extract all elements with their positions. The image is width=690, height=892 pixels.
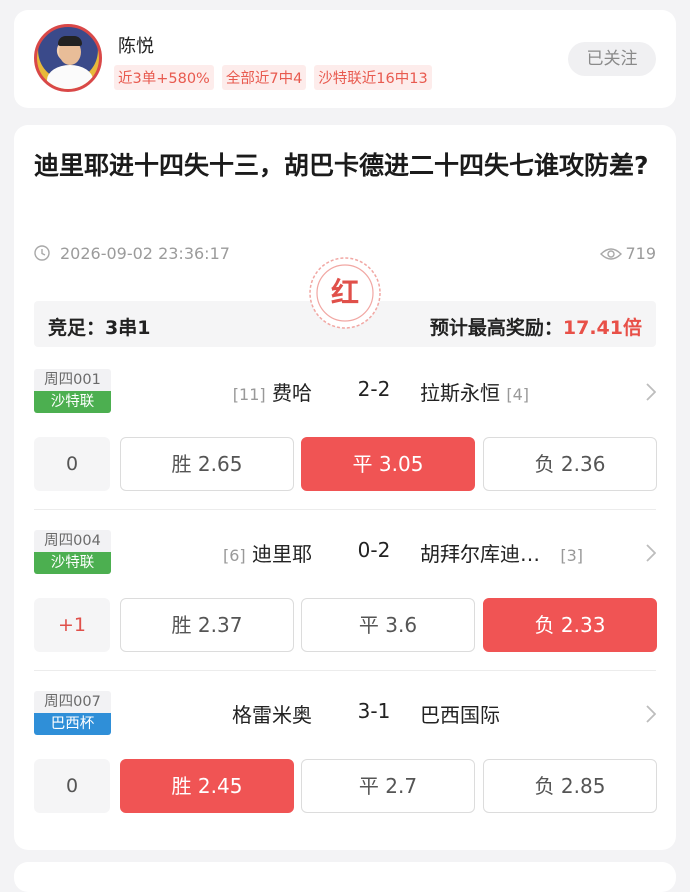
away-rank: [4] xyxy=(506,385,530,404)
article-card: 迪里耶进十四失十三，胡巴卡德进二十四失七谁攻防差? 2026-09-02 23:… xyxy=(14,125,676,850)
home-team: 格雷米奥 xyxy=(232,699,312,728)
play-type: 竞足：3串1 xyxy=(48,317,151,339)
author-card: 陈悦 近3单+580% 全部近7中4 沙特联近16中13 已关注 xyxy=(14,10,676,108)
author-record-tags: 近3单+580% 全部近7中4 沙特联近16中13 xyxy=(114,65,432,90)
odds-row: 0 胜 2.65 平 3.05 负 2.36 xyxy=(34,437,657,491)
odds-win[interactable]: 胜 2.37 xyxy=(120,598,294,652)
match-code: 周四007 xyxy=(34,691,111,713)
home-name: 格雷米奥 xyxy=(232,703,312,727)
handicap: +1 xyxy=(34,598,110,652)
odds-draw[interactable]: 平 3.05 xyxy=(301,437,475,491)
league-badge: 沙特联 xyxy=(34,391,111,413)
chevron-right-icon[interactable] xyxy=(646,383,656,401)
avatar-hair xyxy=(58,36,82,46)
match-teams: [11] 费哈 2-2 拉斯永恒 [4] xyxy=(114,377,634,409)
match-item[interactable]: 周四004 沙特联 [6] 迪里耶 0-2 胡拜尔库迪… [3] +1 胜 2.… xyxy=(34,530,657,690)
odds-draw[interactable]: 平 2.7 xyxy=(301,759,475,813)
record-tag: 全部近7中4 xyxy=(221,65,307,90)
chevron-right-icon[interactable] xyxy=(646,544,656,562)
odds-win[interactable]: 胜 2.65 xyxy=(120,437,294,491)
away-name: 拉斯永恒 xyxy=(420,381,500,405)
chevron-right-icon[interactable] xyxy=(646,705,656,723)
record-tag: 近3单+580% xyxy=(114,65,214,90)
eye-icon xyxy=(600,248,622,260)
home-name: 费哈 xyxy=(272,381,312,405)
handicap: 0 xyxy=(34,759,110,813)
home-rank: [11] xyxy=(232,385,266,404)
home-team: [11] 费哈 xyxy=(233,377,312,406)
article-title: 迪里耶进十四失十三，胡巴卡德进二十四失七谁攻防差? xyxy=(34,151,649,180)
view-count: 719 xyxy=(625,244,656,263)
home-name: 迪里耶 xyxy=(252,542,312,566)
author-name[interactable]: 陈悦 xyxy=(118,32,154,58)
odds-lose[interactable]: 负 2.33 xyxy=(483,598,657,652)
match-code: 周四004 xyxy=(34,530,111,552)
clock-icon xyxy=(34,245,50,261)
away-rank: [3] xyxy=(560,546,584,565)
reward-label: 预计最高奖励： xyxy=(429,317,563,339)
divider xyxy=(34,509,656,510)
home-rank: [6] xyxy=(222,546,246,565)
match-teams: 格雷米奥 3-1 巴西国际 xyxy=(114,699,634,731)
match-score: 3-1 xyxy=(357,699,391,723)
stamp-text: 红 xyxy=(330,276,359,309)
odds-row: +1 胜 2.37 平 3.6 负 2.33 xyxy=(34,598,657,652)
away-name: 巴西国际 xyxy=(420,703,500,727)
handicap: 0 xyxy=(34,437,110,491)
away-team: 巴西国际 xyxy=(420,699,500,728)
avatar[interactable] xyxy=(34,24,102,92)
avatar-shirt xyxy=(47,65,93,89)
match-code: 周四001 xyxy=(34,369,111,391)
max-reward: 预计最高奖励：17.41倍 xyxy=(430,313,642,340)
league-badge: 沙特联 xyxy=(34,552,111,574)
home-team: [6] 迪里耶 xyxy=(223,538,312,567)
match-score: 0-2 xyxy=(357,538,391,562)
publish-time: 2026-09-02 23:36:17 xyxy=(60,244,230,263)
away-name: 胡拜尔库迪… xyxy=(420,542,540,566)
next-card xyxy=(14,862,676,892)
match-item[interactable]: 周四007 巴西杯 格雷米奥 3-1 巴西国际 0 胜 2.45 平 2.7 负… xyxy=(34,691,657,851)
odds-row: 0 胜 2.45 平 2.7 负 2.85 xyxy=(34,759,657,813)
divider xyxy=(34,670,656,671)
result-stamp: 红 xyxy=(307,255,383,331)
odds-win[interactable]: 胜 2.45 xyxy=(120,759,294,813)
league-badge: 巴西杯 xyxy=(34,713,111,735)
match-item[interactable]: 周四001 沙特联 [11] 费哈 2-2 拉斯永恒 [4] 0 胜 2.65 … xyxy=(34,369,657,529)
match-score: 2-2 xyxy=(357,377,391,401)
match-teams: [6] 迪里耶 0-2 胡拜尔库迪… [3] xyxy=(114,538,634,570)
odds-lose[interactable]: 负 2.85 xyxy=(483,759,657,813)
follow-button[interactable]: 已关注 xyxy=(568,42,656,76)
odds-draw[interactable]: 平 3.6 xyxy=(301,598,475,652)
record-tag: 沙特联近16中13 xyxy=(314,65,432,90)
away-team: 拉斯永恒 [4] xyxy=(420,377,529,406)
away-team: 胡拜尔库迪… [3] xyxy=(420,538,583,567)
odds-lose[interactable]: 负 2.36 xyxy=(483,437,657,491)
reward-value: 17.41倍 xyxy=(562,317,642,339)
